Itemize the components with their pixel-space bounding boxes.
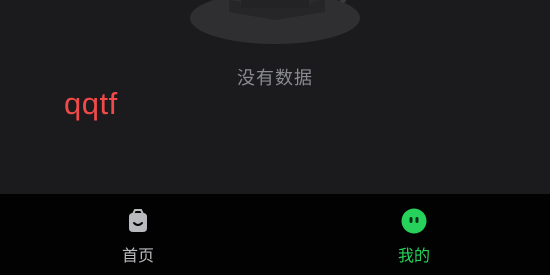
illustration-box-front	[241, 0, 309, 8]
watermark-text: qqtf	[64, 86, 118, 121]
tab-home-label: 首页	[121, 246, 154, 265]
smiley-face-icon	[401, 208, 427, 234]
empty-box-illustration	[190, 0, 360, 44]
bottom-tab-bar: 首页 我的	[0, 194, 550, 275]
home-bag-icon	[129, 209, 147, 232]
tab-home[interactable]: 首页	[88, 194, 188, 275]
screen: 没有数据 qqtf 首页 我的	[0, 0, 550, 275]
tab-mine-label: 我的	[397, 246, 430, 265]
tab-mine[interactable]: 我的	[364, 194, 464, 275]
